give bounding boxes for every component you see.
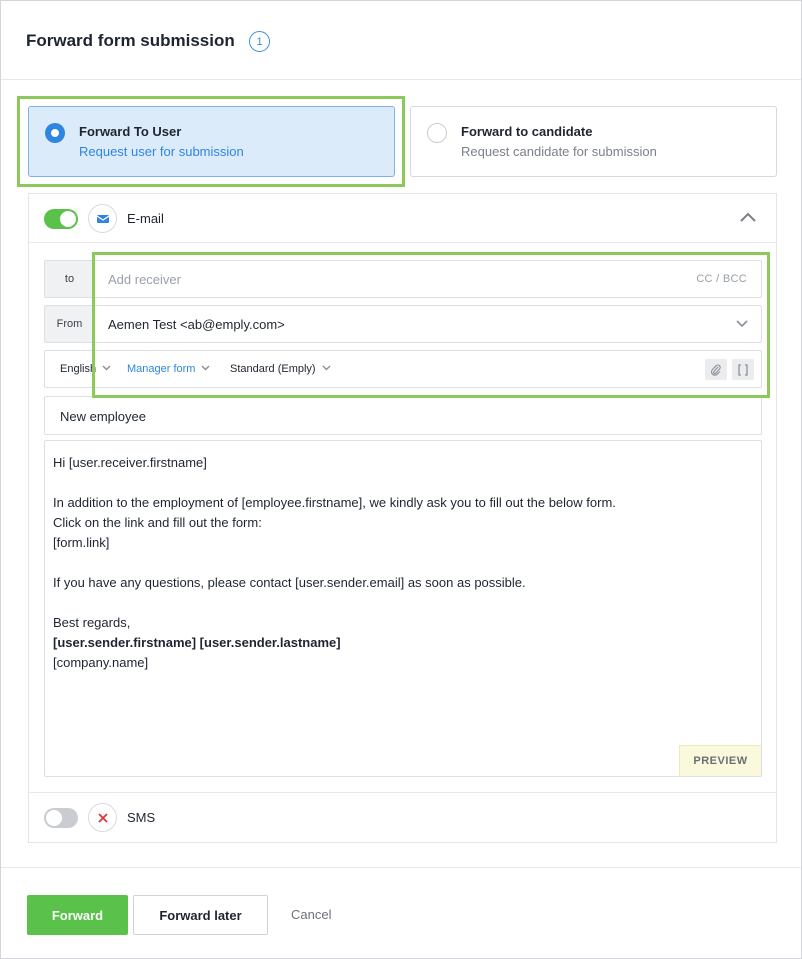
from-label: From <box>45 306 95 342</box>
signature-select[interactable]: Standard (Emply) <box>230 363 331 375</box>
subject-value: New employee <box>60 409 146 424</box>
body-line: Best regards, <box>53 615 131 630</box>
envelope-icon <box>88 204 117 233</box>
sms-label: SMS <box>127 810 156 825</box>
chevron-down-icon <box>322 365 331 371</box>
dialog-footer: Forward Forward later Cancel <box>1 867 801 958</box>
sms-channel-row: SMS <box>29 792 776 842</box>
body-line: Click on the link and fill out the form: <box>53 515 262 530</box>
merge-field-icon[interactable] <box>732 359 754 380</box>
dialog-header: Forward form submission 1 <box>1 1 801 80</box>
channel-panel: E-mail to Add receiver CC / BCC From Aem… <box>28 193 777 843</box>
chevron-down-icon <box>736 320 748 328</box>
email-label: E-mail <box>127 211 164 226</box>
option-forward-to-candidate[interactable]: Forward to candidate Request candidate f… <box>410 106 777 177</box>
step-badge: 1 <box>249 31 270 52</box>
option-subtitle: Request user for submission <box>79 144 244 159</box>
dialog-title: Forward form submission <box>26 31 235 50</box>
cancel-button[interactable]: Cancel <box>291 907 331 922</box>
signature-value: Standard (Emply) <box>230 363 316 375</box>
chevron-down-icon <box>201 365 210 371</box>
message-body-text: Hi [user.receiver.firstname] In addition… <box>53 453 616 673</box>
radio-forward-to-user[interactable] <box>45 123 65 143</box>
body-line: If you have any questions, please contac… <box>53 575 526 590</box>
attachment-icon[interactable] <box>705 359 727 380</box>
body-line: Hi [user.receiver.firstname] <box>53 455 207 470</box>
subject-input[interactable]: New employee <box>44 396 762 435</box>
chevron-up-icon[interactable] <box>740 212 756 222</box>
receiver-input[interactable]: Add receiver <box>108 272 181 287</box>
forward-later-button[interactable]: Forward later <box>133 895 268 935</box>
template-options-row: English Manager form Standard (Emply) <box>44 350 762 388</box>
from-field[interactable]: From Aemen Test <ab@emply.com> <box>44 305 762 343</box>
body-line: [company.name] <box>53 655 149 670</box>
forward-form-dialog: Forward form submission 1 Forward To Use… <box>0 0 802 959</box>
option-title: Forward To User <box>79 124 182 139</box>
cc-bcc-link[interactable]: CC / BCC <box>696 273 747 285</box>
to-label: to <box>45 261 95 297</box>
option-title: Forward to candidate <box>461 124 593 139</box>
body-line-bold: [user.sender.firstname] [user.sender.las… <box>53 635 341 650</box>
language-value: English <box>60 363 97 375</box>
email-channel-header: E-mail <box>29 194 776 243</box>
option-subtitle: Request candidate for submission <box>461 144 657 159</box>
language-select[interactable]: English <box>60 363 111 375</box>
from-value: Aemen Test <ab@emply.com> <box>108 317 285 332</box>
body-line: In addition to the employment of [employ… <box>53 495 616 510</box>
preview-button[interactable]: PREVIEW <box>679 745 761 776</box>
email-toggle[interactable] <box>44 209 78 229</box>
to-field: to Add receiver CC / BCC <box>44 260 762 298</box>
sms-toggle[interactable] <box>44 808 78 828</box>
radio-forward-to-candidate[interactable] <box>427 123 447 143</box>
template-select[interactable]: Manager form <box>127 363 210 375</box>
template-value: Manager form <box>127 363 196 375</box>
forward-button[interactable]: Forward <box>27 895 128 935</box>
body-line: [form.link] <box>53 535 110 550</box>
option-forward-to-user[interactable]: Forward To User Request user for submiss… <box>28 106 395 177</box>
message-body-editor[interactable]: Hi [user.receiver.firstname] In addition… <box>44 440 762 777</box>
chevron-down-icon <box>102 365 111 371</box>
close-icon <box>88 803 117 832</box>
